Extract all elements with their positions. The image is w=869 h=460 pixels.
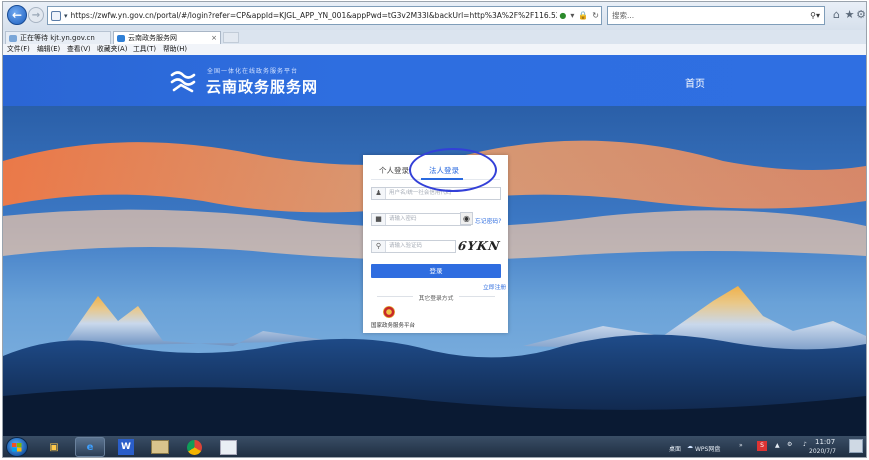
menu-favorites[interactable]: 收藏夹(A) bbox=[97, 44, 127, 55]
password-input[interactable]: ■ 请输入密码 bbox=[371, 213, 471, 226]
search-box[interactable]: 搜索... ⚲▾ bbox=[607, 6, 825, 25]
taskbar-chrome[interactable] bbox=[179, 437, 209, 457]
windows-flag-icon: ▣ bbox=[49, 441, 59, 453]
other-login-label: 其它登录方式 bbox=[418, 296, 454, 302]
captcha-image[interactable]: 6YKN bbox=[457, 238, 503, 254]
wps-cloud-label[interactable]: WPS网盘 bbox=[695, 444, 720, 453]
annotation-circle bbox=[409, 148, 497, 192]
new-tab-button[interactable] bbox=[223, 32, 239, 43]
national-emblem-icon[interactable] bbox=[383, 306, 395, 318]
captcha-input[interactable]: ⚲ 请输入验证码 bbox=[371, 240, 456, 253]
search-placeholder: 搜索... bbox=[612, 11, 635, 20]
address-bar[interactable]: ▾ https://zwfw.yn.gov.cn/portal/#/login?… bbox=[47, 6, 602, 25]
ie-icon: e bbox=[86, 441, 94, 453]
windows-logo-icon bbox=[12, 443, 22, 452]
nav-home-link[interactable]: 首页 bbox=[685, 75, 705, 90]
menu-tools[interactable]: 工具(T) bbox=[133, 44, 156, 55]
compatibility-icon[interactable]: ● bbox=[559, 11, 566, 20]
cloud-icon: ☁ bbox=[687, 443, 693, 450]
tab-waiting[interactable]: 正在等待 kjt.yn.gov.cn bbox=[5, 31, 111, 44]
menu-help[interactable]: 帮助(H) bbox=[163, 44, 187, 55]
clock-date[interactable]: 2020/7/7 bbox=[809, 448, 836, 455]
logo-subtitle: 全国一体化在线政务服务平台 bbox=[207, 68, 299, 75]
divider-right bbox=[459, 296, 495, 297]
tab-yunnan-gov[interactable]: 云南政务服务网 × bbox=[113, 31, 221, 44]
start-button[interactable] bbox=[6, 437, 28, 457]
taskbar: ▣ e W 桌面 ☁ WPS网盘 » S ▲ ⚙ ♪ 11:07 2020/7/… bbox=[3, 436, 866, 457]
address-toolbar: ← → ▾ https://zwfw.yn.gov.cn/portal/#/lo… bbox=[3, 2, 866, 30]
register-link[interactable]: 立即注册 bbox=[483, 282, 506, 291]
site-favicon-icon bbox=[117, 35, 125, 42]
user-icon: ♟ bbox=[372, 188, 386, 199]
chrome-icon bbox=[186, 439, 202, 455]
wps-s-icon[interactable]: S bbox=[757, 441, 767, 451]
url-text: https://zwfw.yn.gov.cn/portal/#/login?re… bbox=[70, 11, 558, 20]
back-button[interactable]: ← bbox=[7, 5, 27, 25]
tab-label: 正在等待 kjt.yn.gov.cn bbox=[20, 34, 95, 42]
forward-button[interactable]: → bbox=[28, 7, 44, 23]
site-header: 全国一体化在线政务服务平台 云南政务服务网 首页 bbox=[3, 55, 866, 106]
home-icon[interactable]: ⌂ bbox=[830, 8, 843, 21]
arrow-left-icon: ← bbox=[11, 8, 23, 22]
taskbar-internet-explorer[interactable]: e bbox=[75, 437, 105, 457]
tab-personal-login[interactable]: 个人登录 bbox=[379, 165, 409, 176]
menu-view[interactable]: 查看(V) bbox=[67, 44, 91, 55]
chevron-right-icon[interactable]: » bbox=[739, 442, 743, 449]
taskbar-paint[interactable] bbox=[213, 437, 243, 457]
web-page: 全国一体化在线政务服务平台 云南政务服务网 首页 个人登录 法人登录 ♟ 用户名… bbox=[3, 55, 866, 436]
desktop-label[interactable]: 桌面 bbox=[669, 444, 681, 453]
site-logo-icon bbox=[170, 71, 196, 93]
arrow-up-icon[interactable]: ▲ bbox=[775, 442, 780, 449]
login-button[interactable]: 登录 bbox=[371, 264, 501, 278]
chevron-down-icon: ▾ bbox=[64, 11, 68, 20]
gov-platform-link[interactable]: 国家政务服务平台 bbox=[371, 321, 415, 329]
taskbar-windows-explorer[interactable]: ▣ bbox=[39, 437, 69, 457]
dropdown-icon[interactable]: ▾ bbox=[570, 11, 574, 20]
network-icon[interactable]: ⚙ bbox=[787, 441, 792, 448]
logo-title[interactable]: 云南政务服务网 bbox=[206, 76, 318, 97]
taskbar-folder[interactable] bbox=[145, 437, 175, 457]
page-icon bbox=[51, 10, 61, 21]
taskbar-wps-writer[interactable]: W bbox=[111, 437, 141, 457]
refresh-icon[interactable]: ↻ bbox=[592, 11, 599, 20]
tab-strip: 正在等待 kjt.yn.gov.cn 云南政务服务网 × bbox=[3, 30, 866, 45]
paint-icon bbox=[219, 439, 237, 455]
page-icon bbox=[9, 35, 17, 42]
word-icon: W bbox=[118, 439, 134, 455]
star-icon[interactable]: ★ bbox=[843, 8, 856, 21]
lock-icon[interactable]: 🔒 bbox=[578, 11, 588, 20]
tab-label: 云南政务服务网 bbox=[128, 34, 177, 42]
password-placeholder: 请输入密码 bbox=[389, 216, 417, 222]
menu-file[interactable]: 文件(F) bbox=[7, 44, 30, 55]
system-tray: 桌面 ☁ WPS网盘 » S ▲ ⚙ ♪ 11:07 2020/7/7 bbox=[653, 436, 866, 457]
captcha-placeholder: 请输入验证码 bbox=[389, 243, 423, 249]
key-icon: ⚲ bbox=[372, 241, 386, 252]
gear-icon[interactable]: ⚙ bbox=[856, 8, 866, 21]
eye-icon[interactable]: ◉ bbox=[460, 212, 473, 225]
menu-bar: 文件(F) 编辑(E) 查看(V) 收藏夹(A) 工具(T) 帮助(H) bbox=[3, 44, 866, 55]
arrow-right-icon: → bbox=[31, 9, 41, 21]
show-desktop-button[interactable] bbox=[849, 439, 863, 453]
search-icon[interactable]: ⚲▾ bbox=[810, 11, 820, 20]
browser-window: ← → ▾ https://zwfw.yn.gov.cn/portal/#/lo… bbox=[2, 1, 867, 458]
lock-icon: ■ bbox=[372, 214, 386, 225]
menu-edit[interactable]: 编辑(E) bbox=[37, 44, 60, 55]
volume-icon[interactable]: ♪ bbox=[803, 441, 807, 448]
forgot-password-link[interactable]: 忘记密码? bbox=[475, 216, 501, 225]
folder-icon bbox=[151, 440, 169, 454]
clock-time[interactable]: 11:07 bbox=[815, 438, 835, 446]
